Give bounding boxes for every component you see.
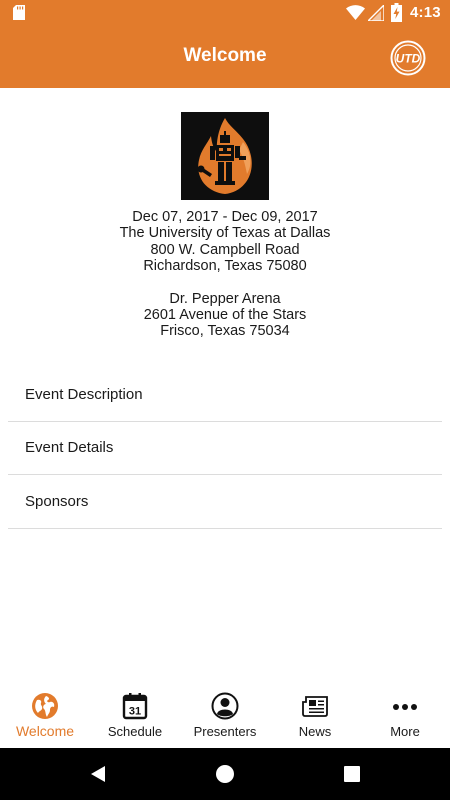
tab-welcome[interactable]: Welcome <box>0 684 90 748</box>
battery-charging-icon <box>391 3 402 22</box>
sd-card-icon <box>13 5 25 20</box>
calendar-day-number: 31 <box>129 706 141 718</box>
venue2-street: 2601 Avenue of the Stars <box>143 306 307 323</box>
utd-logo-icon[interactable]: UTD <box>390 40 426 76</box>
recents-icon[interactable] <box>342 764 362 784</box>
person-icon <box>211 692 239 720</box>
wifi-icon <box>346 5 365 20</box>
tab-presenters[interactable]: Presenters <box>180 684 270 748</box>
calendar-icon: 31 <box>122 693 148 720</box>
newspaper-icon <box>302 696 328 717</box>
tab-more[interactable]: More <box>360 684 450 748</box>
menu-item-event-description[interactable]: Event Description <box>8 368 442 422</box>
app-bar: Welcome UTD <box>0 26 450 88</box>
venue1-name: The University of Texas at Dallas <box>119 225 331 242</box>
event-info: Dec 07, 2017 - Dec 09, 2017 The Universi… <box>0 209 450 340</box>
welcome-menu: Event Description Event Details Sponsors <box>8 368 442 529</box>
tab-welcome-label: Welcome <box>15 723 75 739</box>
tab-schedule[interactable]: 31 Schedule <box>90 684 180 748</box>
menu-item-event-details[interactable]: Event Details <box>8 422 442 475</box>
venue1-street: 800 W. Campbell Road <box>150 241 300 258</box>
tab-presenters-label: Presenters <box>193 724 257 739</box>
event-dates: Dec 07, 2017 - Dec 09, 2017 <box>132 209 318 225</box>
back-icon[interactable] <box>88 764 108 784</box>
venue1-city: Richardson, Texas 75080 <box>143 258 307 275</box>
page-title: Welcome <box>183 45 267 66</box>
event-logo-icon <box>181 112 269 200</box>
globe-icon <box>32 693 58 719</box>
status-bar: 4:13 <box>0 0 450 26</box>
utd-logo-text: UTD <box>396 52 421 66</box>
status-time: 4:13 <box>410 4 441 21</box>
bottom-nav: Welcome 31 Schedule Presenters News More <box>0 684 450 748</box>
venue-spacer <box>0 275 450 291</box>
tab-news-label: News <box>298 724 332 739</box>
tab-schedule-label: Schedule <box>107 724 163 739</box>
cell-signal-icon <box>368 5 384 21</box>
tab-news[interactable]: News <box>270 684 360 748</box>
venue2-city: Frisco, Texas 75034 <box>160 323 290 340</box>
menu-item-sponsors[interactable]: Sponsors <box>8 475 442 529</box>
venue2-name: Dr. Pepper Arena <box>169 290 281 307</box>
system-nav-bar <box>0 748 450 800</box>
more-dots-icon <box>393 704 417 710</box>
home-icon[interactable] <box>215 764 235 784</box>
tab-more-label: More <box>390 724 420 739</box>
